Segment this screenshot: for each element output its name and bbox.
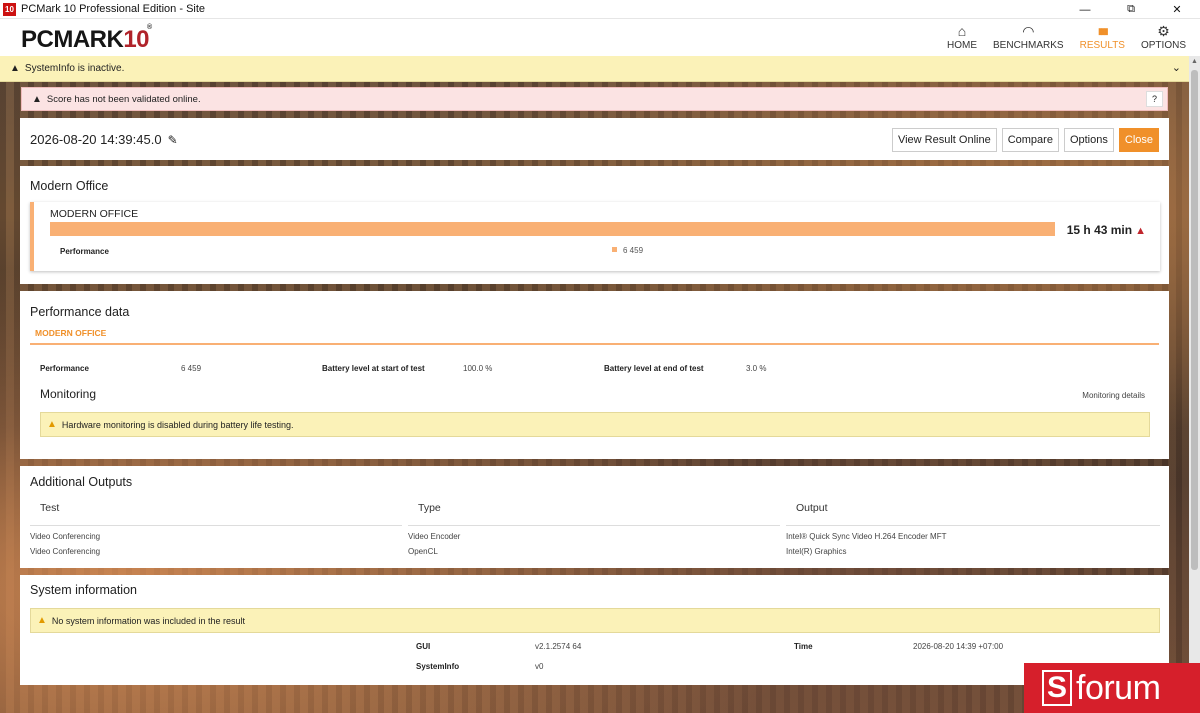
validation-warning: ▲ Score has not been validated online. ? bbox=[21, 87, 1168, 111]
system-info-warning-text: No system information was included in th… bbox=[51, 615, 245, 626]
battery-life-value: 15 h 43 min bbox=[1066, 223, 1133, 237]
gear-icon: ⚙ bbox=[1157, 23, 1170, 39]
card-title: MODERN OFFICE bbox=[50, 208, 139, 220]
metric-value: 3.0 % bbox=[746, 364, 767, 373]
scrollbar-thumb[interactable] bbox=[1191, 70, 1198, 570]
monitoring-title: Monitoring bbox=[40, 387, 97, 401]
window-title: PCMark 10 Professional Edition - Site bbox=[21, 3, 206, 15]
section-title: System information bbox=[30, 583, 137, 597]
speedometer-icon: ◠ bbox=[1022, 23, 1035, 39]
column-header: Type bbox=[418, 502, 441, 514]
nav-results-label: RESULTS bbox=[1079, 40, 1125, 51]
section-title: Performance data bbox=[30, 305, 130, 319]
close-button[interactable]: Close bbox=[1118, 128, 1159, 152]
title-bar: 10 PCMark 10 Professional Edition - Site… bbox=[0, 0, 1200, 19]
table-cell: Video Encoder bbox=[408, 532, 461, 541]
table-cell: Video Conferencing bbox=[30, 532, 101, 541]
logo-text: PCMARK bbox=[21, 26, 124, 53]
forum-logo-text: forum bbox=[1076, 668, 1161, 707]
warning-icon: ▲ bbox=[32, 93, 42, 105]
monitoring-details-link[interactable]: Monitoring details bbox=[1082, 391, 1145, 400]
bar-chart-icon: ▮▮▮ bbox=[1097, 26, 1109, 36]
field-label: GUI bbox=[416, 642, 431, 651]
minimize-button[interactable]: — bbox=[1062, 0, 1108, 19]
divider bbox=[30, 525, 402, 526]
scroll-up-icon[interactable]: ▲ bbox=[1191, 58, 1198, 65]
warning-icon: ▲ bbox=[47, 419, 57, 430]
additional-outputs-panel: Additional Outputs Test Type Output Vide… bbox=[20, 466, 1169, 568]
performance-label: Performance bbox=[60, 247, 109, 256]
nav-options[interactable]: ⚙ OPTIONS bbox=[1133, 22, 1194, 51]
alert-triangle-icon: ▲ bbox=[1135, 225, 1146, 237]
scrollbar[interactable]: ▲ bbox=[1189, 56, 1200, 713]
modern-office-card: MODERN OFFICE 15 h 43 min ▲ Performance 6… bbox=[30, 202, 1160, 271]
nav-results[interactable]: ▮▮▮ RESULTS bbox=[1072, 22, 1133, 51]
close-window-button[interactable]: ✕ bbox=[1154, 0, 1200, 19]
field-label: Time bbox=[794, 642, 813, 651]
column-header: Test bbox=[40, 502, 60, 514]
systeminfo-inactive-text: SystemInfo is inactive. bbox=[24, 63, 125, 74]
forum-logo-mark: S bbox=[1042, 670, 1072, 706]
help-button[interactable]: ? bbox=[1146, 91, 1163, 107]
section-title: Additional Outputs bbox=[30, 475, 133, 489]
options-button[interactable]: Options bbox=[1063, 128, 1114, 152]
logo-number: 10 bbox=[123, 26, 150, 53]
nav-benchmarks[interactable]: ◠ BENCHMARKS bbox=[985, 22, 1072, 51]
home-icon: ⌂ bbox=[957, 23, 967, 39]
metric-label: Battery level at start of test bbox=[322, 364, 425, 373]
modern-office-panel: Modern Office MODERN OFFICE 15 h 43 min ▲… bbox=[20, 166, 1169, 284]
logo-registered: ® bbox=[147, 24, 152, 31]
divider bbox=[786, 525, 1160, 526]
nav-options-label: OPTIONS bbox=[1140, 40, 1186, 51]
validation-warning-text: Score has not been validated online. bbox=[46, 93, 201, 105]
pencil-icon[interactable]: ✎ bbox=[168, 133, 178, 147]
system-information-panel: System information ▲ No system informati… bbox=[20, 575, 1169, 685]
divider bbox=[408, 525, 780, 526]
nav-home-label: HOME bbox=[947, 40, 978, 51]
result-actions: View Result Online Compare Options Close bbox=[891, 128, 1159, 152]
monitoring-warning: ▲ Hardware monitoring is disabled during… bbox=[40, 412, 1150, 437]
field-value: v0 bbox=[535, 662, 544, 671]
battery-life-time: 15 h 43 min ▲ bbox=[1067, 223, 1146, 237]
column-header: Output bbox=[796, 502, 828, 514]
legend-swatch bbox=[612, 247, 617, 252]
result-date: 2026-08-20 14:39:45.0 ✎ bbox=[30, 132, 178, 147]
tab-modern-office[interactable]: MODERN OFFICE bbox=[35, 328, 106, 338]
warning-icon: ▲ bbox=[37, 615, 47, 626]
performance-data-panel: Performance data MODERN OFFICE Performan… bbox=[20, 291, 1169, 459]
result-date-text: 2026-08-20 14:39:45.0 bbox=[30, 132, 162, 147]
field-value: v2.1.2574 64 bbox=[535, 642, 582, 651]
field-value: 2026-08-20 14:39 +07:00 bbox=[913, 642, 1004, 651]
app-icon: 10 bbox=[3, 2, 16, 16]
performance-value: 6 459 bbox=[623, 246, 644, 255]
tab-underline bbox=[30, 343, 1159, 345]
score-bar bbox=[50, 222, 1055, 236]
table-cell: Intel(R) Graphics bbox=[786, 547, 847, 556]
section-title: Modern Office bbox=[30, 179, 109, 193]
table-cell: OpenCL bbox=[408, 547, 438, 556]
compare-button[interactable]: Compare bbox=[1001, 128, 1059, 152]
table-cell: Video Conferencing bbox=[30, 547, 101, 556]
view-result-online-button[interactable]: View Result Online bbox=[891, 128, 997, 152]
warning-icon: ▲ bbox=[10, 63, 20, 74]
main-nav: ⌂ HOME ◠ BENCHMARKS ▮▮▮ RESULTS ⚙ OPTION… bbox=[939, 22, 1194, 51]
window-controls: — ⧉ ✕ bbox=[1062, 0, 1200, 19]
systeminfo-inactive-bar[interactable]: ▲ SystemInfo is inactive. ⌄ bbox=[0, 56, 1189, 82]
system-info-warning: ▲ No system information was included in … bbox=[30, 608, 1160, 633]
monitoring-warning-text: Hardware monitoring is disabled during b… bbox=[61, 419, 294, 430]
nav-home[interactable]: ⌂ HOME bbox=[939, 22, 985, 51]
metric-label: Battery level at end of test bbox=[604, 364, 704, 373]
table-cell: Intel® Quick Sync Video H.264 Encoder MF… bbox=[786, 532, 947, 541]
forum-watermark-logo: S forum bbox=[1024, 663, 1200, 713]
chevron-down-icon[interactable]: ⌄ bbox=[1172, 61, 1181, 74]
restore-button[interactable]: ⧉ bbox=[1108, 0, 1154, 19]
metric-value: 6 459 bbox=[181, 364, 202, 373]
metric-value: 100.0 % bbox=[463, 364, 493, 373]
pcmark-logo: PCMARK10® bbox=[21, 24, 152, 54]
field-label: SystemInfo bbox=[416, 662, 460, 671]
app-header: PCMARK10® ⌂ HOME ◠ BENCHMARKS ▮▮▮ RESULT… bbox=[0, 19, 1200, 56]
nav-benchmarks-label: BENCHMARKS bbox=[993, 40, 1064, 51]
metric-label: Performance bbox=[40, 364, 89, 373]
result-header: 2026-08-20 14:39:45.0 ✎ View Result Onlin… bbox=[20, 118, 1169, 160]
